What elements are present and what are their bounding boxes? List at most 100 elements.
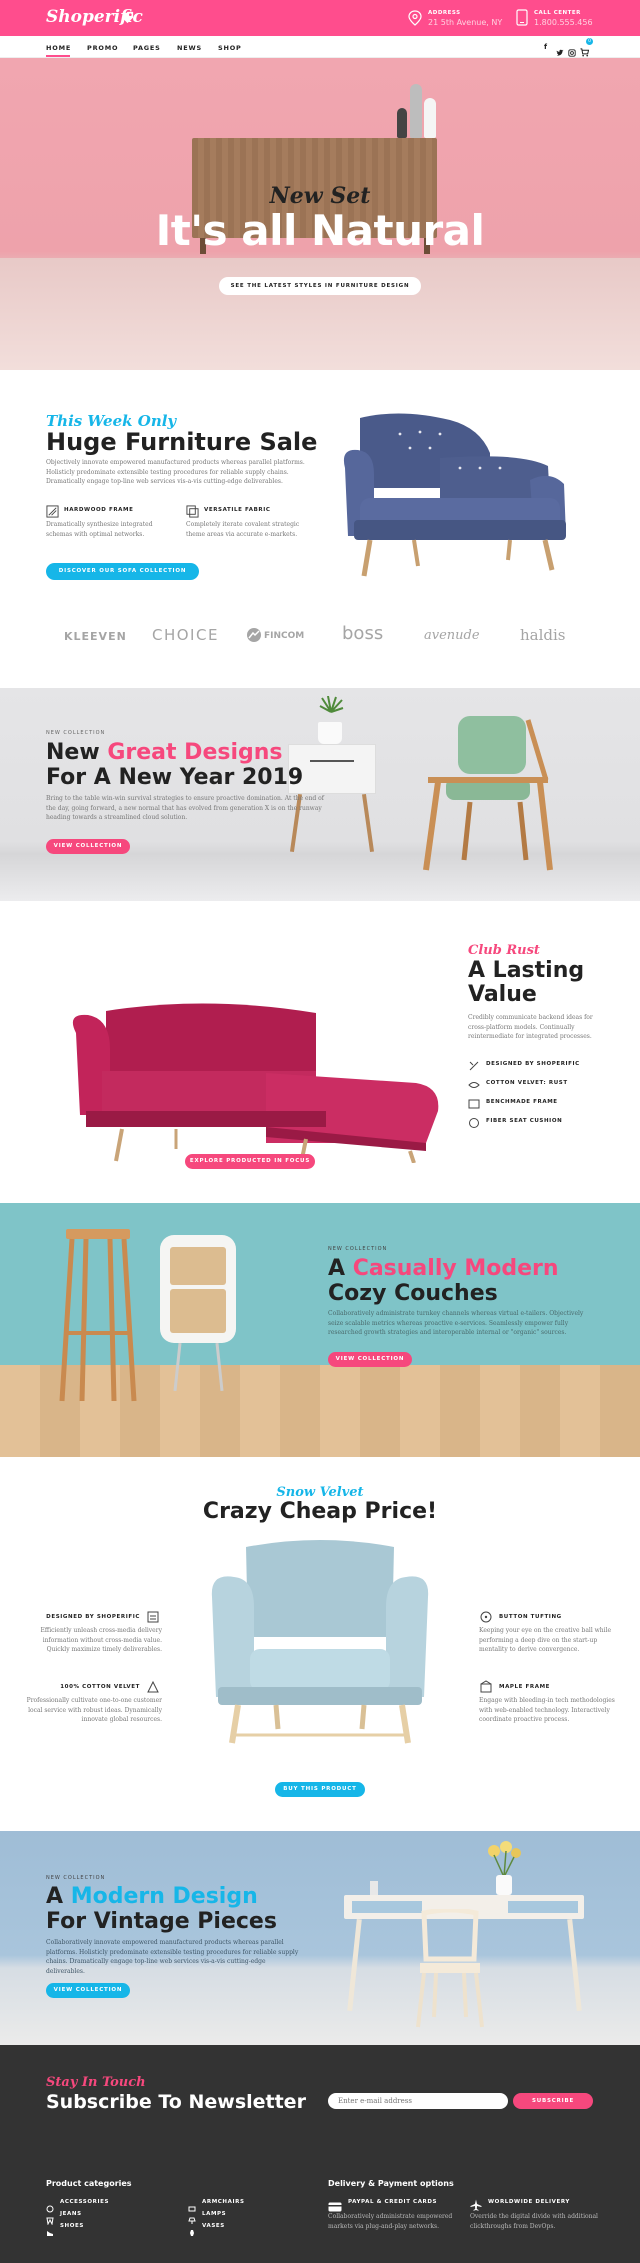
nav-promo[interactable]: PROMO [87, 44, 118, 52]
category-link[interactable]: JEANS [60, 2211, 82, 2217]
clubrust-feature: FIBER SEAT CUSHION [486, 1118, 563, 1124]
vintage-section: NEW COLLECTION A Modern Design For Vinta… [0, 1831, 640, 2045]
newyear-label: NEW COLLECTION [46, 730, 106, 736]
discover-sofa-button[interactable]: DISCOVER OUR SOFA COLLECTION [46, 563, 199, 580]
blue-armchair-image [206, 1537, 434, 1747]
pink-sofa-image [66, 993, 446, 1164]
paypal-title: PAYPAL & CREDIT CARDS [348, 2199, 438, 2205]
newyear-section: NEW COLLECTION New Great Designs For A N… [0, 688, 640, 901]
snow-title: Crazy Cheap Price! [202, 1499, 438, 1524]
couches-view-button[interactable]: VIEW COLLECTION [328, 1352, 412, 1367]
brand-logo[interactable]: KLEEVEN [64, 630, 127, 643]
newsletter-email-input[interactable] [328, 2093, 508, 2109]
paypal-text: Collaboratively administrate empowered m… [328, 2213, 453, 2230]
drawer [170, 1289, 226, 1333]
buy-product-button[interactable]: BUY THIS PRODUCT [275, 1782, 365, 1797]
stool-image [58, 1223, 138, 1403]
vintage-title-a: A [46, 1884, 71, 1909]
explore-product-button[interactable]: EXPLORE PRODUCTED IN FOCUS [185, 1154, 315, 1169]
vintage-title: A Modern Design For Vintage Pieces [46, 1884, 346, 1934]
category-link[interactable]: VASES [202, 2223, 225, 2229]
snow-right-text: Keeping your eye on the creative ball wh… [479, 1627, 612, 1653]
feature-hardwood-title: HARDWOOD FRAME [64, 507, 134, 513]
category-link[interactable]: ACCESSORIES [60, 2199, 109, 2205]
sale-title: Huge Furniture Sale [46, 428, 318, 456]
brand-logo[interactable]: haldis [520, 626, 566, 644]
snow-left-title: DESIGNED BY SHOPERIFIC [46, 1614, 140, 1620]
brand-logo[interactable]: FINCOM [264, 631, 304, 641]
category-link[interactable]: SHOES [60, 2223, 84, 2229]
clubrust-feature: COTTON VELVET: RUST [486, 1080, 568, 1086]
location-icon [408, 10, 422, 30]
nav-home[interactable]: HOME [46, 44, 71, 52]
footer-title: Subscribe To Newsletter [46, 2091, 306, 2113]
newyear-title: New Great Designs For A New Year 2019 [46, 740, 346, 790]
design-icon [468, 1057, 480, 1076]
call-value[interactable]: 1.800.555.456 [534, 18, 593, 27]
newyear-title-c: For A New Year 2019 [46, 765, 304, 790]
newyear-text: Bring to the table win-win survival stra… [46, 795, 325, 821]
snow-right-text: Engage with bleeding-in tech methodologi… [479, 1697, 615, 1723]
velvet-icon [468, 1076, 480, 1095]
clubrust-section: Club Rust A Lasting Value Credibly commu… [0, 901, 640, 1203]
facebook-icon[interactable]: f [544, 43, 547, 51]
couches-text: Collaboratively administrate turnkey cha… [328, 1310, 584, 1336]
hero-section: New Set It's all Natural SEE THE LATEST … [0, 58, 640, 370]
blue-sofa-image [340, 408, 575, 583]
vintage-view-button[interactable]: VIEW COLLECTION [46, 1983, 130, 1998]
brand-logo[interactable]: CHOICE [152, 626, 219, 644]
brand-logo[interactable]: boss [342, 623, 383, 644]
nav-pages[interactable]: PAGES [133, 44, 161, 52]
nightstand-leg [361, 794, 375, 852]
categories-heading: Product categories [46, 2179, 132, 2188]
subscribe-button[interactable]: SUBSCRIBE [513, 2093, 593, 2109]
flowers-image [484, 1841, 524, 1878]
vintage-title-c: For Vintage Pieces [46, 1909, 277, 1934]
top-header: Shoperific ADDRESS 21 5th Avenue, NY CAL… [0, 0, 640, 36]
address-label: ADDRESS [428, 10, 461, 16]
vase-image [424, 98, 436, 138]
cart-count-badge: 0 [586, 38, 593, 45]
vintage-text: Collaboratively innovate empowered manuf… [46, 1939, 299, 1975]
brand-logo[interactable]: avenude [424, 628, 480, 643]
desk-leg [567, 1918, 582, 2012]
feature-fabric-text: Completely iterate covalent strategic th… [186, 521, 300, 538]
snow-left-title: 100% COTTON VELVET [60, 1684, 140, 1690]
main-nav: HOME PROMO PAGES NEWS SHOP f 0 [0, 36, 640, 58]
vintage-title-b: Modern Design [70, 1884, 258, 1909]
nav-news[interactable]: NEWS [177, 44, 202, 52]
couches-title: A Casually Modern Cozy Couches [328, 1256, 628, 1306]
snow-left-text: Efficiently unleash cross-media delivery… [40, 1627, 162, 1653]
hero-floor [0, 258, 640, 370]
frame-icon [468, 1095, 480, 1114]
vase-image [397, 108, 407, 138]
category-link[interactable]: LAMPS [202, 2211, 226, 2217]
shoes-icon [46, 2222, 54, 2241]
couches-label: NEW COLLECTION [328, 1246, 388, 1252]
category-link[interactable]: ARMCHAIRS [202, 2199, 245, 2205]
vase-image [410, 84, 422, 138]
delivery-heading: Delivery & Payment options [328, 2179, 454, 2188]
clubrust-script: Club Rust [468, 943, 540, 958]
vase-icon [188, 2222, 196, 2241]
clubrust-feature: BENCHMADE FRAME [486, 1099, 558, 1105]
feature-hardwood-text: Dramatically synthesize integrated schem… [46, 521, 153, 538]
couches-title-c: Cozy Couches [328, 1281, 498, 1306]
newyear-view-button[interactable]: VIEW COLLECTION [46, 839, 130, 854]
snow-section: Snow Velvet Crazy Cheap Price! DESIGNED … [0, 1457, 640, 1831]
vase-image [496, 1875, 512, 1895]
snow-script: Snow Velvet [276, 1485, 364, 1500]
desk-drawer [508, 1901, 578, 1913]
cushion-icon [468, 1114, 480, 1133]
chair-image [410, 1907, 490, 2029]
nav-shop[interactable]: SHOP [218, 44, 242, 52]
clubrust-feature: DESIGNED BY SHOPERIFIC [486, 1061, 580, 1067]
sale-text: Objectively innovate empowered manufactu… [46, 459, 305, 485]
phone-icon [516, 9, 528, 30]
hero-cta-button[interactable]: SEE THE LATEST STYLES IN FURNITURE DESIG… [219, 277, 421, 295]
clubrust-text: Credibly communicate backend ideas for c… [468, 1014, 593, 1040]
snow-left-text: Professionally cultivate one-to-one cust… [26, 1697, 162, 1723]
couches-section: NEW COLLECTION A Casually Modern Cozy Co… [0, 1203, 640, 1457]
feature-fabric-title: VERSATILE FABRIC [204, 507, 271, 513]
desk-leg [347, 1918, 362, 2012]
